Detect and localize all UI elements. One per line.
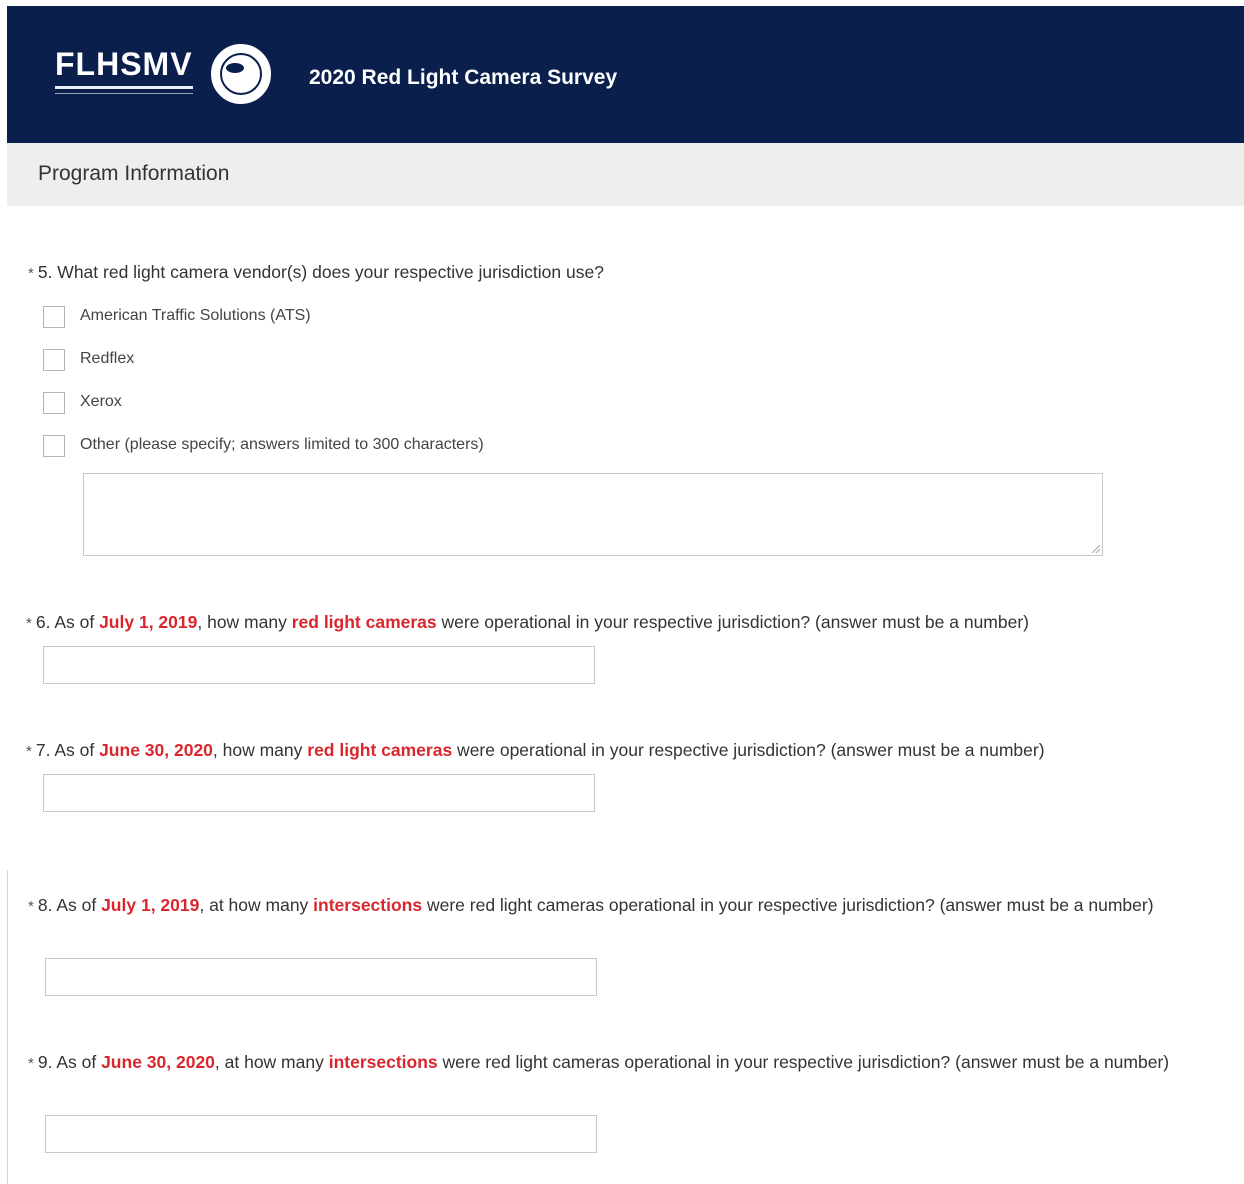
survey-header: FLHSMV 2020 Red Light Camera Survey [7, 6, 1244, 143]
question-6: * 6. As of July 1, 2019, how many red lig… [26, 608, 1216, 638]
page-title-bar: Program Information [7, 143, 1244, 206]
q7-number-input[interactable] [43, 774, 595, 812]
question-text: were red light cameras operational in yo… [422, 895, 1154, 915]
flhsmv-logo: FLHSMV [55, 46, 193, 82]
seal-ring [220, 53, 262, 95]
survey-title: 2020 Red Light Camera Survey [309, 66, 618, 89]
florida-highway-patrol-seal-icon [211, 44, 271, 104]
option-label: Redflex [80, 350, 135, 367]
required-mark: * [28, 265, 34, 282]
question-text: , how many [212, 740, 308, 760]
highlight-date: June 30, 2020 [101, 1052, 215, 1072]
highlight-subject: red light cameras [291, 612, 437, 632]
section-divider [7, 870, 8, 1184]
resize-handle-icon[interactable] [1092, 545, 1100, 553]
option-label: Xerox [80, 393, 122, 410]
q6-number-input[interactable] [43, 646, 595, 684]
question-text: were operational in your respective juri… [452, 740, 1045, 760]
question-7: * 7. As of June 30, 2020, how many red li… [26, 736, 1226, 766]
question-text: , how many [197, 612, 292, 632]
page-title: Program Information [38, 162, 230, 185]
other-specify-textarea[interactable] [83, 473, 1103, 556]
required-mark: * [28, 1055, 34, 1072]
highlight-subject: red light cameras [307, 740, 453, 760]
checkbox-ats[interactable] [43, 306, 65, 328]
checkbox-other[interactable] [43, 435, 65, 457]
checkbox-redflex[interactable] [43, 349, 65, 371]
option-label: Other (please specify; answers limited t… [80, 436, 484, 453]
highlight-date: July 1, 2019 [101, 895, 200, 915]
checkbox-xerox[interactable] [43, 392, 65, 414]
logo-underline-thin [55, 93, 193, 94]
option-label: American Traffic Solutions (ATS) [80, 307, 311, 324]
seal-emblem [226, 63, 244, 73]
question-text: 6. As of [35, 612, 100, 632]
question-text: , at how many [199, 895, 314, 915]
question-5-text: 5. What red light camera vendor(s) does … [37, 262, 604, 282]
highlight-subject: intersections [328, 1052, 438, 1072]
question-text: , at how many [214, 1052, 329, 1072]
question-text: were operational in your respective juri… [436, 612, 1030, 632]
question-text: 8. As of [37, 895, 102, 915]
required-mark: * [26, 615, 32, 632]
required-mark: * [26, 743, 32, 760]
question-5: * 5. What red light camera vendor(s) does… [28, 258, 604, 288]
required-mark: * [28, 898, 34, 915]
q9-number-input[interactable] [45, 1115, 597, 1153]
highlight-subject: intersections [313, 895, 423, 915]
question-9: * 9. As of June 30, 2020, at how many int… [28, 1048, 1203, 1078]
highlight-date: July 1, 2019 [99, 612, 198, 632]
question-text: were red light cameras operational in yo… [437, 1052, 1170, 1072]
logo-underline [55, 86, 193, 89]
question-text: 9. As of [37, 1052, 102, 1072]
question-8: * 8. As of July 1, 2019, at how many inte… [28, 891, 1208, 921]
question-text: 7. As of [35, 740, 100, 760]
q8-number-input[interactable] [45, 958, 597, 996]
highlight-date: June 30, 2020 [99, 740, 213, 760]
